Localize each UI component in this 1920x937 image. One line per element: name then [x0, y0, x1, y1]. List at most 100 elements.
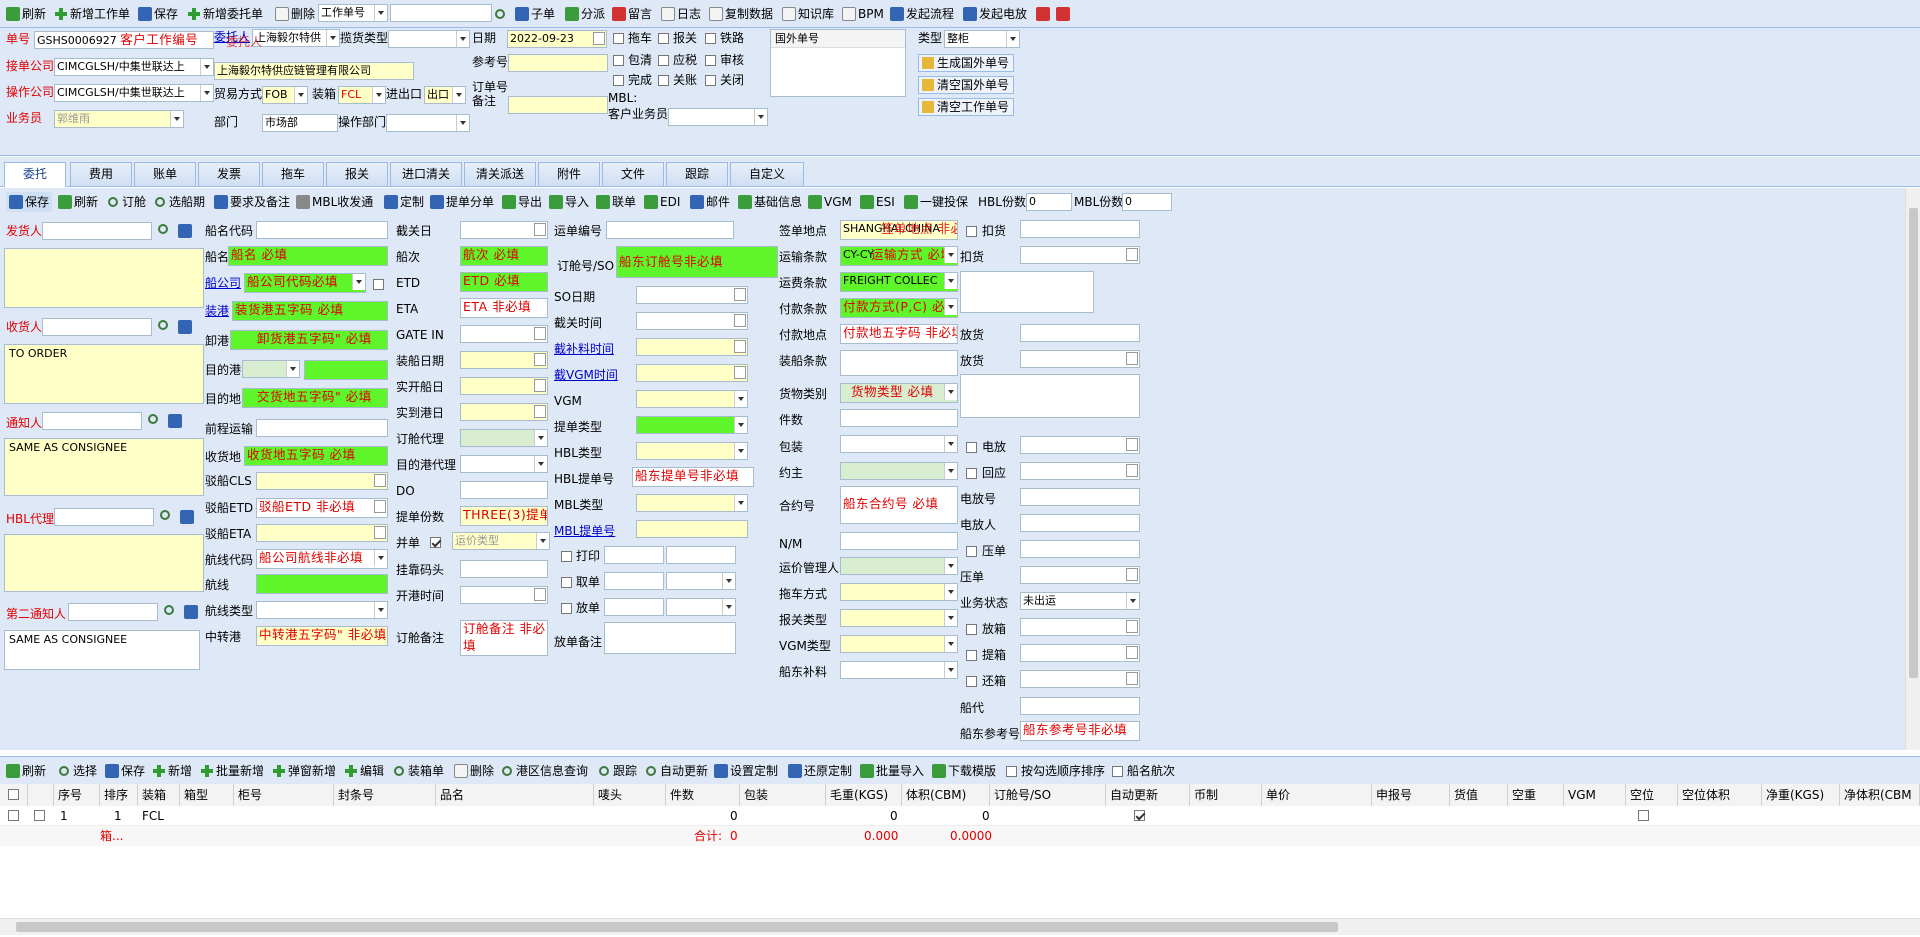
- mbl-no-input[interactable]: [636, 520, 748, 538]
- carrier-select[interactable]: 船公司代码必填: [244, 273, 366, 293]
- tele-release-field[interactable]: [1020, 436, 1140, 454]
- calendar-icon[interactable]: [534, 327, 546, 340]
- eta-field[interactable]: ETA 非必填: [460, 298, 548, 318]
- tele-no-input[interactable]: [1020, 488, 1140, 506]
- ship-code-input[interactable]: [256, 221, 388, 239]
- si-cutoff-label[interactable]: 截补料时间: [554, 341, 614, 357]
- pieces-input[interactable]: [840, 409, 958, 427]
- col-goods-name[interactable]: 品名: [436, 784, 594, 806]
- gate-in-field[interactable]: [460, 325, 548, 343]
- col-vacancy[interactable]: 空位: [1626, 784, 1678, 806]
- grid-select-button[interactable]: 选择: [57, 761, 97, 781]
- second-notify-textarea[interactable]: SAME AS CONSIGNEE: [4, 630, 200, 670]
- start-flow-button[interactable]: 发起流程: [890, 4, 954, 24]
- dest-agent-select[interactable]: [460, 455, 548, 473]
- tow-checkbox[interactable]: [613, 33, 624, 44]
- transport-no-input[interactable]: [606, 221, 734, 239]
- log-button[interactable]: 日志: [661, 4, 701, 24]
- contract-input[interactable]: 船东合约号 必填: [840, 486, 958, 524]
- row-vacancy-checkbox[interactable]: [1638, 810, 1649, 821]
- mail-button[interactable]: 邮件: [690, 192, 730, 212]
- release-box-checkbox[interactable]: [966, 624, 977, 635]
- trade-select[interactable]: FOB: [262, 86, 308, 104]
- freight-remark-textarea[interactable]: [960, 271, 1094, 313]
- press-checkbox[interactable]: [966, 546, 977, 557]
- barge-cls-field[interactable]: [256, 472, 388, 490]
- grid-edit-button[interactable]: 编辑: [344, 761, 384, 781]
- transit-port-input[interactable]: 中转港五字码" 非必填: [256, 626, 388, 646]
- export-button[interactable]: 导出: [502, 192, 542, 212]
- etd-field[interactable]: ETD 必填: [460, 272, 548, 292]
- calendar-icon[interactable]: [374, 500, 386, 513]
- dept-field[interactable]: 市场部: [262, 114, 338, 132]
- calendar-icon[interactable]: [1126, 352, 1138, 365]
- tab-entrust[interactable]: 委托: [4, 162, 66, 187]
- barge-etd-field[interactable]: 驳船ETD 非必填: [256, 498, 388, 518]
- calendar-icon[interactable]: [534, 353, 546, 366]
- grid-scrollbar[interactable]: [0, 918, 1920, 935]
- calendar-icon[interactable]: [1126, 438, 1138, 451]
- col-pieces[interactable]: 件数: [666, 784, 740, 806]
- save-button[interactable]: 保存: [138, 4, 178, 24]
- hbl-agent-code-input[interactable]: [54, 508, 154, 526]
- pay-terms-select[interactable]: 付款方式(P,C) 必填: [840, 298, 958, 318]
- return-box-checkbox[interactable]: [966, 676, 977, 687]
- calendar-icon[interactable]: [374, 474, 386, 487]
- calendar-icon[interactable]: [734, 288, 746, 301]
- consignee-search-icon[interactable]: [158, 320, 168, 330]
- do-field[interactable]: [460, 481, 548, 499]
- bill-split-button[interactable]: 提单分单: [430, 192, 494, 212]
- col-goods-value[interactable]: 货值: [1450, 784, 1508, 806]
- release-box-field[interactable]: [1020, 618, 1140, 636]
- customer-name-field[interactable]: 上海毅尔特供应链管理有限公司: [214, 62, 414, 80]
- delete-button[interactable]: 删除: [275, 4, 315, 24]
- customer-sales-select[interactable]: [668, 108, 768, 126]
- freight-terms-select[interactable]: FREIGHT COLLEC: [840, 272, 958, 292]
- reply-field[interactable]: [1020, 462, 1140, 480]
- mbl-no-label[interactable]: MBL提单号: [554, 523, 615, 539]
- calendar-icon[interactable]: [1126, 646, 1138, 659]
- tab-files[interactable]: 文件: [602, 162, 664, 186]
- calendar-icon[interactable]: [1126, 620, 1138, 633]
- ref-field[interactable]: [508, 54, 608, 72]
- pay-place-select[interactable]: 付款地五字码 非必填: [840, 324, 958, 344]
- calendar-icon[interactable]: [1126, 464, 1138, 477]
- col-volume[interactable]: 体积(CBM): [902, 784, 990, 806]
- vgm-button[interactable]: VGM: [808, 192, 852, 212]
- terminal-input[interactable]: [460, 560, 548, 578]
- grid-refresh-button[interactable]: 刷新: [6, 761, 46, 781]
- sign-place-select[interactable]: SHANGHAI,CHINA签单地点 非必填: [840, 220, 958, 240]
- receive-company-select[interactable]: CIMCGLSH/中集世联达上: [54, 58, 214, 76]
- tele-person-input[interactable]: [1020, 514, 1140, 532]
- bill-count-select[interactable]: THREE(3)提单份数 必填: [460, 506, 548, 526]
- combine-checkbox[interactable]: [430, 537, 441, 548]
- requirements-button[interactable]: 要求及备注: [214, 192, 290, 212]
- route-type-select[interactable]: [256, 601, 388, 619]
- dispatch-button[interactable]: 分派: [565, 4, 605, 24]
- pol-select[interactable]: 装货港五字码 必填: [232, 301, 388, 321]
- notify-save-icon[interactable]: [168, 414, 182, 428]
- new-work-order-button[interactable]: 新增工作单: [54, 4, 130, 24]
- next-record-button[interactable]: [1056, 4, 1070, 24]
- press2-field[interactable]: [1020, 566, 1140, 584]
- col-marks[interactable]: 唛头: [594, 784, 666, 806]
- shipper-search-icon[interactable]: [158, 224, 168, 234]
- notify-textarea[interactable]: SAME AS CONSIGNEE: [4, 438, 204, 496]
- select-schedule-button[interactable]: 选船期: [153, 192, 205, 212]
- release-remark-textarea[interactable]: [604, 622, 736, 654]
- consignee-textarea[interactable]: TO ORDER: [4, 344, 204, 404]
- scroll-thumb[interactable]: [1909, 208, 1918, 678]
- calendar-icon[interactable]: [1126, 568, 1138, 581]
- tab-customs[interactable]: 报关: [326, 162, 388, 186]
- si-cutoff-field[interactable]: [636, 338, 748, 356]
- order-so-input[interactable]: 船东订舱号非必填: [616, 246, 778, 278]
- new-entrust-button[interactable]: 新增委托单: [187, 4, 263, 24]
- col-declare-no[interactable]: 申报号: [1372, 784, 1450, 806]
- col-sort[interactable]: 排序: [100, 784, 138, 806]
- vgm-type-select[interactable]: [840, 635, 958, 653]
- ship-voyage-checkbox[interactable]: [1112, 766, 1123, 777]
- tab-truck[interactable]: 拖车: [262, 162, 324, 186]
- gen-foreign-no-button[interactable]: 生成国外单号: [918, 54, 1015, 72]
- tab-import-clearance[interactable]: 进口清关: [390, 162, 462, 186]
- so-date-field[interactable]: [636, 286, 748, 304]
